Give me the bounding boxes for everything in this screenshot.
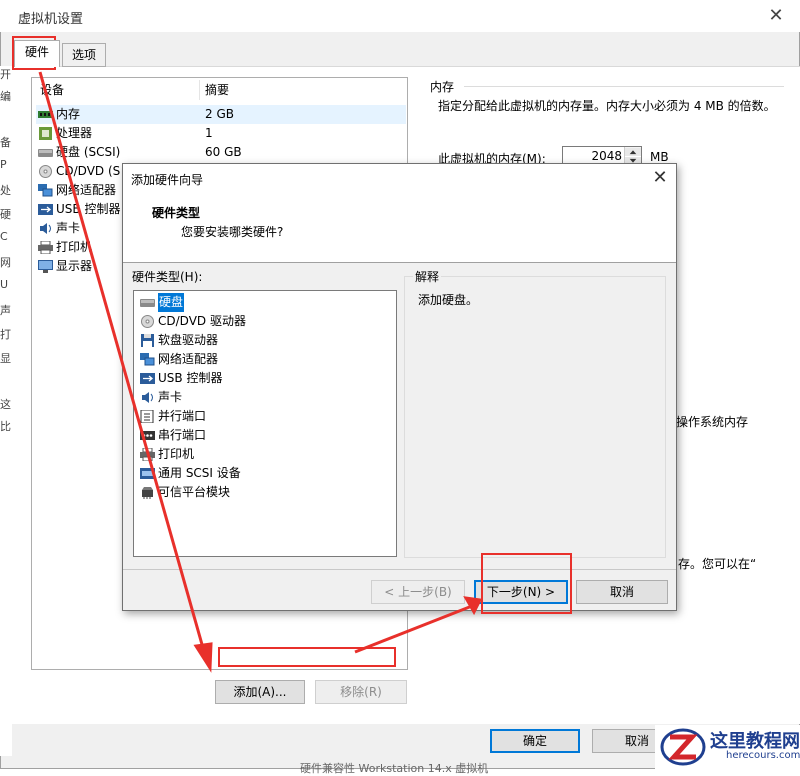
annotation-arrows	[38, 71, 483, 673]
arrow-add-to-next	[354, 604, 473, 654]
arrow-head	[193, 642, 213, 673]
arrow-head	[463, 596, 483, 616]
arrow-tab-to-add	[38, 71, 205, 649]
